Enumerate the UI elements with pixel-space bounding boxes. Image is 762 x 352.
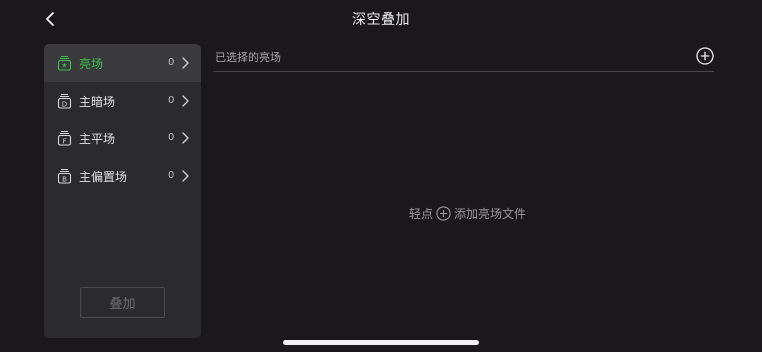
- sidebar-item-count: 0: [168, 169, 175, 181]
- home-indicator[interactable]: [283, 340, 479, 345]
- sidebar-item-label: 主暗场: [79, 94, 116, 109]
- sidebar-item-count: 0: [168, 132, 175, 143]
- sidebar-item-dark[interactable]: D 主暗场 0: [44, 82, 201, 120]
- svg-text:D: D: [62, 100, 67, 108]
- sidebar-item-label: 主偏置场: [79, 169, 128, 184]
- sidebar-item-flat[interactable]: F 主平场 0: [44, 119, 201, 157]
- sidebar-item-bias[interactable]: B 主偏置场 0: [44, 157, 201, 195]
- add-circle-icon[interactable]: [696, 47, 714, 65]
- page-title: 深空叠加: [352, 12, 410, 28]
- frame-type-sidebar: 亮场 0 D 主暗场 0 F 主平场 0 B 主偏置场 0 叠加: [44, 44, 201, 338]
- hint-prefix: 轻点: [409, 207, 434, 221]
- chevron-right-icon: [182, 57, 189, 69]
- sidebar-item-light[interactable]: 亮场 0: [44, 44, 201, 82]
- chevron-right-icon: [182, 132, 189, 144]
- sidebar-item-label: 主平场: [79, 132, 116, 146]
- hint-suffix: 添加亮场文件: [454, 207, 527, 221]
- chevron-right-icon: [182, 169, 189, 182]
- bias-frame-icon: B: [57, 168, 72, 184]
- flat-frame-icon: F: [57, 130, 72, 146]
- svg-text:B: B: [62, 175, 67, 183]
- sidebar-item-label: 亮场: [79, 57, 104, 71]
- empty-state-hint: 轻点 添加亮场文件: [409, 205, 526, 222]
- selected-light-frames-label: 已选择的亮场: [215, 51, 281, 64]
- sidebar-item-count: 0: [168, 57, 175, 68]
- divider: [213, 71, 714, 72]
- chevron-right-icon: [182, 94, 189, 107]
- svg-text:F: F: [62, 137, 66, 145]
- dark-frame-icon: D: [57, 93, 72, 109]
- stack-button[interactable]: 叠加: [80, 287, 165, 318]
- light-frame-icon: [57, 55, 72, 71]
- add-circle-icon: [436, 206, 451, 221]
- sidebar-item-count: 0: [168, 94, 175, 106]
